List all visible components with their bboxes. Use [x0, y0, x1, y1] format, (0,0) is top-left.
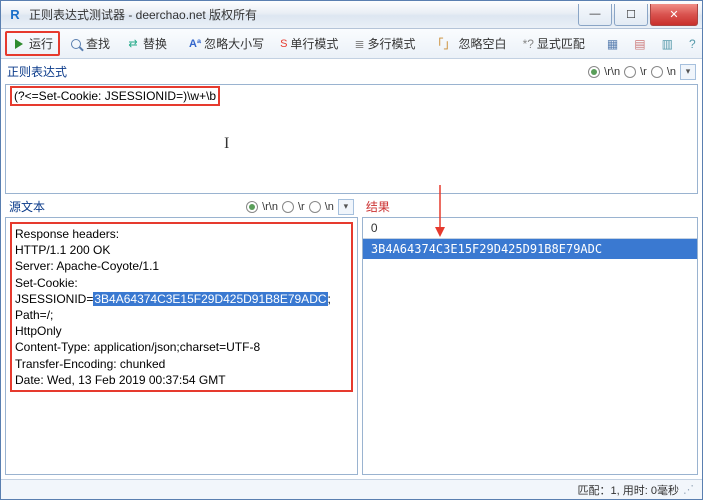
- source-label: 源文本: [9, 198, 45, 215]
- opt-n2: \n: [325, 201, 334, 213]
- regex-dropdown[interactable]: ▾: [680, 64, 696, 80]
- window-title: 正则表达式测试器 - deerchao.net 版权所有: [29, 6, 257, 23]
- source-highlight-box: Response headers: HTTP/1.1 200 OK Server…: [10, 222, 353, 392]
- tool-extra-1[interactable]: ▦: [600, 33, 625, 55]
- regex-header: 正则表达式 \r\n \r \n ▾: [3, 61, 700, 82]
- find-label: 查找: [86, 35, 110, 52]
- regex-text: (?<=Set-Cookie: JSESSIONID=)\w+\b: [10, 86, 220, 106]
- result-header: 结果: [362, 196, 698, 217]
- source-textarea[interactable]: Response headers: HTTP/1.1 200 OK Server…: [5, 217, 358, 475]
- page-icon: ▤: [634, 37, 645, 51]
- regex-linemode-rn[interactable]: [588, 66, 600, 78]
- regex-linemode-r[interactable]: [624, 66, 636, 78]
- maximize-button[interactable]: ☐: [614, 4, 648, 26]
- bracket-icon: 「」: [432, 35, 456, 52]
- multiline-button[interactable]: ≣ 多行模式: [347, 31, 422, 56]
- explicit-label: 显式匹配: [537, 35, 585, 52]
- src-line: HttpOnly: [15, 324, 62, 338]
- singleline-label: 单行模式: [290, 35, 338, 52]
- ignorespace-button[interactable]: 「」 忽略空白: [425, 31, 514, 56]
- source-linemode-rn[interactable]: [246, 201, 258, 213]
- tool-extra-4[interactable]: ?: [682, 33, 702, 55]
- opt-n: \n: [667, 66, 676, 78]
- result-list[interactable]: 0 3B4A64374C3E15F29D425D91B8E79ADC: [362, 217, 698, 475]
- multiline-label: 多行模式: [368, 35, 416, 52]
- opt-rn: \r\n: [604, 66, 620, 78]
- src-line: JSESSIONID=: [15, 292, 93, 306]
- replace-label: 替换: [143, 35, 167, 52]
- source-linemode-n[interactable]: [309, 201, 321, 213]
- find-button[interactable]: 查找: [62, 31, 117, 56]
- opt-r: \r: [640, 66, 647, 78]
- src-line: Response headers:: [15, 227, 119, 241]
- close-button[interactable]: ✕: [650, 4, 698, 26]
- search-icon: [69, 37, 83, 51]
- source-dropdown[interactable]: ▾: [338, 199, 354, 215]
- singleline-icon: S: [280, 38, 287, 50]
- statusbar: 匹配：1, 用时: 0毫秒 ⋰: [1, 479, 702, 499]
- src-line: Transfer-Encoding: chunked: [15, 357, 165, 371]
- run-label: 运行: [29, 35, 53, 52]
- src-line: Content-Type: application/json;charset=U…: [15, 340, 260, 354]
- help-icon: ?: [689, 37, 696, 51]
- tool-extra-2[interactable]: ▤: [627, 33, 652, 55]
- toolbar: 运行 查找 ⇄ 替换 Aª 忽略大小写 S 单行模式 ≣ 多行模式 「」 忽略空…: [1, 29, 702, 59]
- star-icon: *?: [523, 37, 534, 51]
- opt-r2: \r: [298, 201, 305, 213]
- page2-icon: ▥: [662, 37, 673, 51]
- play-icon: [12, 37, 26, 51]
- explicit-button[interactable]: *? 显式匹配: [516, 31, 592, 56]
- replace-icon: ⇄: [126, 37, 140, 51]
- match-highlight: 3B4A64374C3E15F29D425D91B8E79ADC: [93, 292, 327, 306]
- tool-extra-3[interactable]: ▥: [655, 33, 680, 55]
- src-line: Server: Apache-Coyote/1.1: [15, 259, 159, 273]
- source-linemode-r[interactable]: [282, 201, 294, 213]
- regex-input[interactable]: (?<=Set-Cookie: JSESSIONID=)\w+\b I: [5, 84, 698, 194]
- result-label: 结果: [366, 198, 390, 215]
- ignorecase-label: 忽略大小写: [204, 35, 264, 52]
- text-cursor-icon: I: [224, 135, 229, 153]
- run-button[interactable]: 运行: [5, 31, 60, 56]
- result-row[interactable]: 3B4A64374C3E15F29D425D91B8E79ADC: [363, 239, 697, 259]
- status-text: 匹配：1, 用时: 0毫秒: [578, 482, 679, 498]
- replace-button[interactable]: ⇄ 替换: [119, 31, 174, 56]
- src-line: HTTP/1.1 200 OK: [15, 243, 110, 257]
- resize-grip-icon[interactable]: ⋰: [683, 483, 694, 496]
- regex-label: 正则表达式: [7, 63, 67, 80]
- singleline-button[interactable]: S 单行模式: [273, 31, 345, 56]
- minimize-button[interactable]: —: [578, 4, 612, 26]
- source-header: 源文本 \r\n \r \n ▾: [5, 196, 358, 217]
- case-icon: Aª: [189, 38, 201, 50]
- grid-icon: ▦: [607, 37, 618, 51]
- titlebar: R 正则表达式测试器 - deerchao.net 版权所有 — ☐ ✕: [1, 1, 702, 29]
- multiline-icon: ≣: [354, 37, 364, 51]
- src-line: Set-Cookie:: [15, 276, 78, 290]
- result-column-header: 0: [363, 218, 697, 239]
- src-line: Date: Wed, 13 Feb 2019 00:37:54 GMT: [15, 373, 226, 387]
- opt-rn2: \r\n: [262, 201, 278, 213]
- ignorecase-button[interactable]: Aª 忽略大小写: [182, 31, 271, 56]
- ignorespace-label: 忽略空白: [459, 35, 507, 52]
- regex-linemode-n[interactable]: [651, 66, 663, 78]
- app-icon: R: [7, 7, 23, 23]
